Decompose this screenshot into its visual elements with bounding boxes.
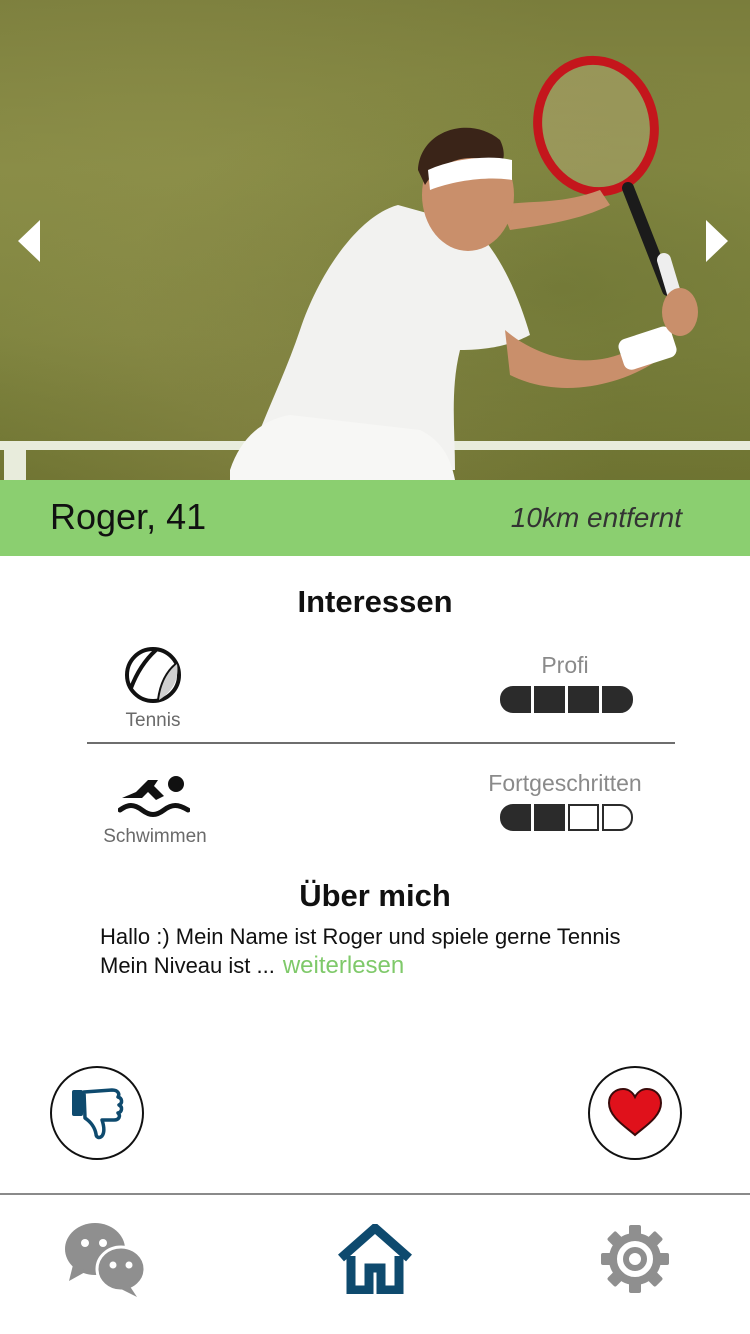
about-title: Über mich [299, 878, 451, 913]
skill-segment [534, 686, 565, 713]
interest-level-tennis: Profi [541, 652, 589, 678]
bottom-nav-divider [0, 1193, 750, 1195]
dislike-button[interactable] [50, 1066, 144, 1160]
read-more-link[interactable]: weiterlesen [283, 952, 404, 979]
nav-home[interactable] [330, 1214, 420, 1304]
skill-segment [500, 804, 531, 831]
racket [533, 55, 683, 307]
profile-header-bar: Roger, 41 10km entfernt [0, 480, 750, 556]
skill-level-bar-tennis [500, 686, 633, 713]
skill-segment [500, 686, 531, 713]
home-icon [338, 1224, 412, 1294]
thumbs-down-icon [72, 1088, 124, 1140]
profile-distance: 10km entfernt [510, 502, 682, 533]
swimmer-icon [118, 776, 190, 817]
skill-segment [568, 686, 599, 713]
interests-title: Interessen [297, 584, 453, 619]
chevron-right-icon [706, 220, 728, 262]
previous-photo-button[interactable] [14, 218, 42, 264]
chat-icon [65, 1223, 147, 1297]
interest-divider [87, 742, 675, 744]
skill-segment [602, 686, 633, 713]
about-text-line-2: Mein Niveau ist ... [100, 953, 275, 978]
interest-name-tennis: Tennis [125, 710, 181, 731]
skill-segment [568, 804, 599, 831]
skill-segment [534, 804, 565, 831]
skill-segment [602, 804, 633, 831]
nav-chat[interactable] [60, 1214, 150, 1304]
heart-icon [607, 1087, 663, 1137]
interest-level-swimming: Fortgeschritten [488, 770, 642, 796]
interest-name-swimming: Schwimmen [103, 826, 207, 847]
about-text: Hallo :) Mein Name ist Roger und spiele … [100, 922, 700, 980]
profile-name-age: Roger, 41 [50, 496, 207, 537]
chevron-left-icon [18, 220, 40, 262]
profile-photo [0, 0, 750, 480]
tennis-ball-icon [125, 647, 181, 703]
skill-level-bar-swimming [500, 804, 633, 831]
like-button[interactable] [588, 1066, 682, 1160]
nav-settings[interactable] [590, 1214, 680, 1304]
player-figure [230, 55, 698, 480]
about-text-line-1: Hallo :) Mein Name ist Roger und spiele … [100, 924, 621, 949]
next-photo-button[interactable] [704, 218, 732, 264]
gear-icon [601, 1225, 669, 1293]
